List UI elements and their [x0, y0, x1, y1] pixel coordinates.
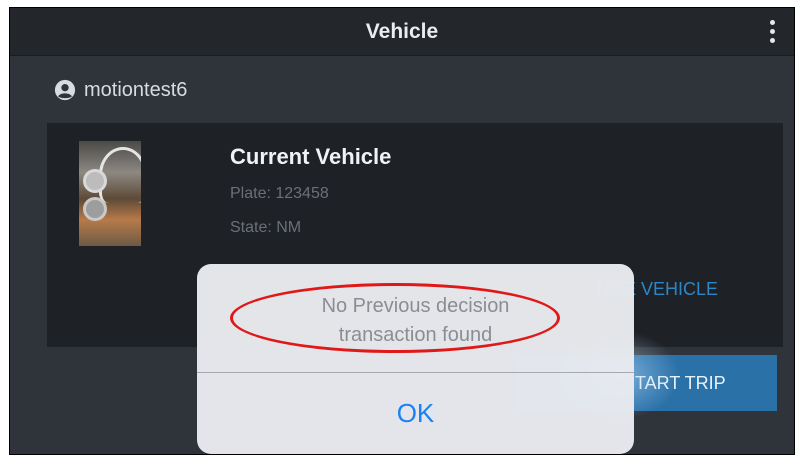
ok-button[interactable]: OK — [197, 373, 634, 454]
username: motiontest6 — [84, 78, 188, 101]
user-row: motiontest6 — [54, 77, 187, 103]
vehicle-title: Current Vehicle — [230, 144, 392, 169]
annotation-highlight — [230, 283, 560, 353]
more-vertical-icon[interactable] — [770, 20, 776, 44]
vehicle-photo — [79, 141, 141, 246]
vehicle-state: State: NM — [230, 219, 302, 236]
account-circle-icon — [54, 79, 76, 101]
vehicle-plate: Plate: 123458 — [230, 185, 329, 202]
top-app-bar: Vehicle — [10, 8, 794, 56]
page-title: Vehicle — [365, 20, 439, 43]
